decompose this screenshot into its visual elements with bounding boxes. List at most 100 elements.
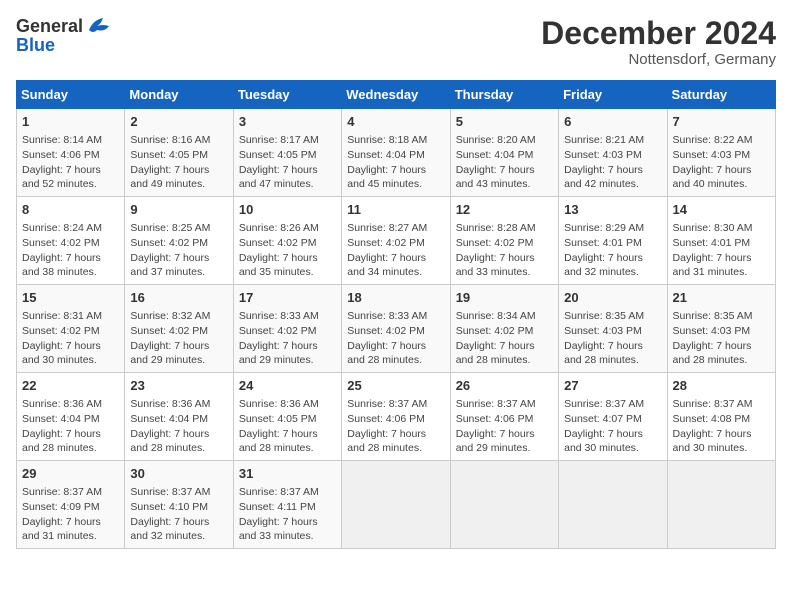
column-header-sunday: Sunday xyxy=(17,81,125,109)
day-number: 26 xyxy=(456,377,553,395)
day-info: Sunrise: 8:21 AMSunset: 4:03 PMDaylight:… xyxy=(564,133,661,192)
day-number: 16 xyxy=(130,289,227,307)
day-info: Sunrise: 8:37 AMSunset: 4:11 PMDaylight:… xyxy=(239,485,336,544)
page-header: General Blue December 2024 Nottensdorf, … xyxy=(16,16,776,68)
day-number: 5 xyxy=(456,113,553,131)
day-number: 1 xyxy=(22,113,119,131)
calendar-cell: 9 Sunrise: 8:25 AMSunset: 4:02 PMDaylight… xyxy=(125,197,233,285)
day-info: Sunrise: 8:30 AMSunset: 4:01 PMDaylight:… xyxy=(673,221,770,280)
calendar-cell: 25 Sunrise: 8:37 AMSunset: 4:06 PMDayligh… xyxy=(342,373,450,461)
calendar-cell: 4 Sunrise: 8:18 AMSunset: 4:04 PMDaylight… xyxy=(342,109,450,197)
day-info: Sunrise: 8:25 AMSunset: 4:02 PMDaylight:… xyxy=(130,221,227,280)
calendar-cell: 27 Sunrise: 8:37 AMSunset: 4:07 PMDayligh… xyxy=(559,373,667,461)
day-number: 17 xyxy=(239,289,336,307)
day-info: Sunrise: 8:24 AMSunset: 4:02 PMDaylight:… xyxy=(22,221,119,280)
day-info: Sunrise: 8:36 AMSunset: 4:04 PMDaylight:… xyxy=(22,397,119,456)
column-header-saturday: Saturday xyxy=(667,81,775,109)
day-number: 23 xyxy=(130,377,227,395)
calendar-cell: 6 Sunrise: 8:21 AMSunset: 4:03 PMDaylight… xyxy=(559,109,667,197)
day-number: 18 xyxy=(347,289,444,307)
calendar-cell: 2 Sunrise: 8:16 AMSunset: 4:05 PMDaylight… xyxy=(125,109,233,197)
calendar-cell xyxy=(667,460,775,548)
calendar-cell: 14Sunrise: 8:30 AMSunset: 4:01 PMDayligh… xyxy=(667,197,775,285)
day-number: 22 xyxy=(22,377,119,395)
day-info: Sunrise: 8:20 AMSunset: 4:04 PMDaylight:… xyxy=(456,133,553,192)
calendar-week-row: 8 Sunrise: 8:24 AMSunset: 4:02 PMDaylight… xyxy=(17,197,776,285)
day-number: 27 xyxy=(564,377,661,395)
calendar-cell: 7 Sunrise: 8:22 AMSunset: 4:03 PMDaylight… xyxy=(667,109,775,197)
calendar-cell: 8 Sunrise: 8:24 AMSunset: 4:02 PMDaylight… xyxy=(17,197,125,285)
day-info: Sunrise: 8:37 AMSunset: 4:07 PMDaylight:… xyxy=(564,397,661,456)
day-number: 4 xyxy=(347,113,444,131)
calendar-cell: 22 Sunrise: 8:36 AMSunset: 4:04 PMDayligh… xyxy=(17,373,125,461)
column-header-tuesday: Tuesday xyxy=(233,81,341,109)
day-info: Sunrise: 8:17 AMSunset: 4:05 PMDaylight:… xyxy=(239,133,336,192)
day-number: 29 xyxy=(22,465,119,483)
day-info: Sunrise: 8:22 AMSunset: 4:03 PMDaylight:… xyxy=(673,133,770,192)
calendar-cell: 11 Sunrise: 8:27 AMSunset: 4:02 PMDayligh… xyxy=(342,197,450,285)
day-number: 7 xyxy=(673,113,770,131)
calendar-cell: 28 Sunrise: 8:37 AMSunset: 4:08 PMDayligh… xyxy=(667,373,775,461)
day-number: 6 xyxy=(564,113,661,131)
calendar-cell xyxy=(450,460,558,548)
calendar-cell xyxy=(342,460,450,548)
day-number: 28 xyxy=(673,377,770,395)
day-info: Sunrise: 8:16 AMSunset: 4:05 PMDaylight:… xyxy=(130,133,227,192)
calendar-week-row: 29Sunrise: 8:37 AMSunset: 4:09 PMDayligh… xyxy=(17,460,776,548)
day-info: Sunrise: 8:31 AMSunset: 4:02 PMDaylight:… xyxy=(22,309,119,368)
day-number: 2 xyxy=(130,113,227,131)
day-info: Sunrise: 8:37 AMSunset: 4:08 PMDaylight:… xyxy=(673,397,770,456)
calendar-cell: 18Sunrise: 8:33 AMSunset: 4:02 PMDayligh… xyxy=(342,285,450,373)
calendar-cell: 29Sunrise: 8:37 AMSunset: 4:09 PMDayligh… xyxy=(17,460,125,548)
day-number: 10 xyxy=(239,201,336,219)
calendar-cell: 26 Sunrise: 8:37 AMSunset: 4:06 PMDayligh… xyxy=(450,373,558,461)
calendar-week-row: 22 Sunrise: 8:36 AMSunset: 4:04 PMDayligh… xyxy=(17,373,776,461)
day-number: 21 xyxy=(673,289,770,307)
logo-blue: Blue xyxy=(16,36,55,54)
calendar-cell: 3 Sunrise: 8:17 AMSunset: 4:05 PMDaylight… xyxy=(233,109,341,197)
day-info: Sunrise: 8:35 AMSunset: 4:03 PMDaylight:… xyxy=(673,309,770,368)
logo-bird-icon xyxy=(83,16,111,36)
day-info: Sunrise: 8:34 AMSunset: 4:02 PMDaylight:… xyxy=(456,309,553,368)
day-number: 31 xyxy=(239,465,336,483)
calendar-cell: 5 Sunrise: 8:20 AMSunset: 4:04 PMDaylight… xyxy=(450,109,558,197)
day-info: Sunrise: 8:14 AMSunset: 4:06 PMDaylight:… xyxy=(22,133,119,192)
column-header-thursday: Thursday xyxy=(450,81,558,109)
day-number: 30 xyxy=(130,465,227,483)
calendar-cell xyxy=(559,460,667,548)
day-number: 24 xyxy=(239,377,336,395)
day-number: 15 xyxy=(22,289,119,307)
calendar-cell: 23 Sunrise: 8:36 AMSunset: 4:04 PMDayligh… xyxy=(125,373,233,461)
day-info: Sunrise: 8:36 AMSunset: 4:05 PMDaylight:… xyxy=(239,397,336,456)
day-number: 8 xyxy=(22,201,119,219)
day-info: Sunrise: 8:37 AMSunset: 4:06 PMDaylight:… xyxy=(347,397,444,456)
day-number: 11 xyxy=(347,201,444,219)
day-number: 3 xyxy=(239,113,336,131)
column-header-friday: Friday xyxy=(559,81,667,109)
day-info: Sunrise: 8:29 AMSunset: 4:01 PMDaylight:… xyxy=(564,221,661,280)
day-number: 25 xyxy=(347,377,444,395)
day-info: Sunrise: 8:32 AMSunset: 4:02 PMDaylight:… xyxy=(130,309,227,368)
column-header-wednesday: Wednesday xyxy=(342,81,450,109)
calendar-cell: 30 Sunrise: 8:37 AMSunset: 4:10 PMDayligh… xyxy=(125,460,233,548)
day-info: Sunrise: 8:27 AMSunset: 4:02 PMDaylight:… xyxy=(347,221,444,280)
calendar-cell: 20 Sunrise: 8:35 AMSunset: 4:03 PMDayligh… xyxy=(559,285,667,373)
logo-general: General xyxy=(16,16,83,36)
calendar-cell: 24 Sunrise: 8:36 AMSunset: 4:05 PMDayligh… xyxy=(233,373,341,461)
calendar-week-row: 15 Sunrise: 8:31 AMSunset: 4:02 PMDayligh… xyxy=(17,285,776,373)
calendar-cell: 21 Sunrise: 8:35 AMSunset: 4:03 PMDayligh… xyxy=(667,285,775,373)
day-number: 9 xyxy=(130,201,227,219)
day-info: Sunrise: 8:18 AMSunset: 4:04 PMDaylight:… xyxy=(347,133,444,192)
calendar-cell: 17Sunrise: 8:33 AMSunset: 4:02 PMDayligh… xyxy=(233,285,341,373)
day-info: Sunrise: 8:36 AMSunset: 4:04 PMDaylight:… xyxy=(130,397,227,456)
calendar-cell: 16 Sunrise: 8:32 AMSunset: 4:02 PMDayligh… xyxy=(125,285,233,373)
day-info: Sunrise: 8:35 AMSunset: 4:03 PMDaylight:… xyxy=(564,309,661,368)
calendar-cell: 15 Sunrise: 8:31 AMSunset: 4:02 PMDayligh… xyxy=(17,285,125,373)
day-info: Sunrise: 8:37 AMSunset: 4:06 PMDaylight:… xyxy=(456,397,553,456)
calendar-header-row: SundayMondayTuesdayWednesdayThursdayFrid… xyxy=(17,81,776,109)
column-header-monday: Monday xyxy=(125,81,233,109)
calendar-cell: 12Sunrise: 8:28 AMSunset: 4:02 PMDayligh… xyxy=(450,197,558,285)
day-info: Sunrise: 8:37 AMSunset: 4:10 PMDaylight:… xyxy=(130,485,227,544)
day-number: 20 xyxy=(564,289,661,307)
calendar-cell: 1 Sunrise: 8:14 AMSunset: 4:06 PMDaylight… xyxy=(17,109,125,197)
